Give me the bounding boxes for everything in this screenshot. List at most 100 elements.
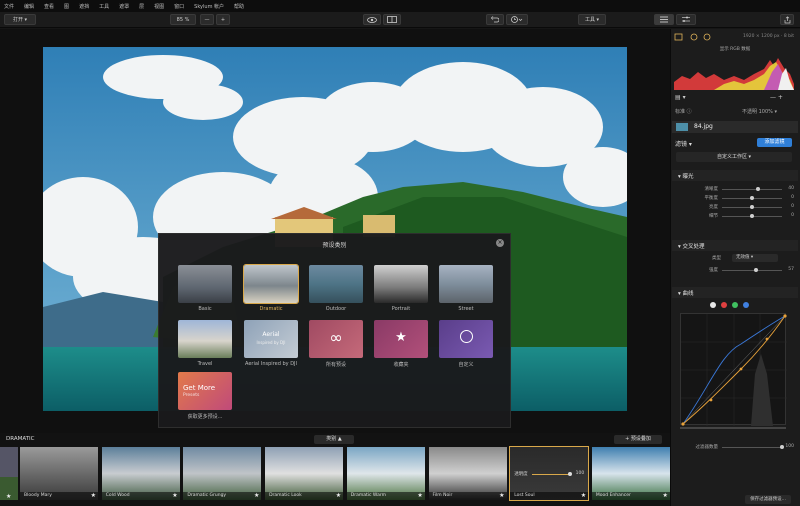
- curve-channel-dot[interactable]: [743, 302, 749, 308]
- preset-thumbnail[interactable]: Dramatic Look ★: [265, 447, 344, 500]
- star-icon[interactable]: ★: [417, 492, 422, 500]
- slider-knob[interactable]: [750, 214, 754, 218]
- curves-graph[interactable]: [680, 313, 787, 426]
- curve-channel-dot[interactable]: [721, 302, 727, 308]
- preset-tile[interactable]: 自定义: [439, 320, 493, 368]
- preset-thumbnail[interactable]: 透明度 100 Lost Soul ★: [509, 446, 590, 501]
- curve-channel-dot[interactable]: [710, 302, 716, 308]
- menu-item[interactable]: 层: [139, 3, 144, 10]
- layer-opacity[interactable]: 不透明 100% ▾: [742, 108, 777, 115]
- layers-icon[interactable]: ▤ ▾: [675, 94, 686, 101]
- slider-row[interactable]: 细节 0: [676, 212, 794, 220]
- menu-item[interactable]: 图: [64, 3, 69, 10]
- panels-icon[interactable]: [654, 14, 674, 25]
- menu-item[interactable]: 遮挡: [79, 3, 89, 10]
- add-preset-button[interactable]: + 预设叠加: [614, 435, 662, 444]
- slider-track[interactable]: [722, 270, 782, 271]
- menu-item[interactable]: 查看: [44, 3, 54, 10]
- save-filter-preset-button[interactable]: 保存过滤器预设...: [745, 495, 791, 504]
- menu-item[interactable]: Skylum 帐户: [194, 3, 224, 10]
- undo-icon[interactable]: [486, 14, 504, 25]
- preset-tile[interactable]: Outdoor: [309, 265, 363, 312]
- slider-track[interactable]: [722, 447, 782, 448]
- menu-item[interactable]: 编辑: [24, 3, 34, 10]
- preset-tile[interactable]: Street: [439, 265, 493, 312]
- tools-button[interactable]: 工具 ▾: [578, 14, 606, 25]
- open-button[interactable]: 打开 ▾: [4, 14, 36, 25]
- section-cross-process[interactable]: ▾ 交叉处理: [672, 240, 798, 251]
- preset-tile[interactable]: Get More Presets 获取更多预设...: [178, 372, 232, 420]
- share-icon[interactable]: [780, 14, 794, 25]
- slider-knob[interactable]: [754, 268, 759, 272]
- infinity-icon: ∞: [329, 328, 343, 347]
- menu-item[interactable]: 帮助: [234, 3, 244, 10]
- slider-row[interactable]: 清晰度 40: [676, 185, 795, 193]
- opacity-slider[interactable]: [532, 474, 571, 475]
- layer-thumbnail: [676, 123, 688, 131]
- type-select[interactable]: 无效值 ▾: [732, 254, 778, 262]
- star-icon[interactable]: ★: [581, 492, 586, 500]
- preset-tile[interactable]: Dramatic: [243, 264, 299, 312]
- preset-thumbnail: [243, 264, 299, 304]
- curve-channel-dot[interactable]: [732, 302, 738, 308]
- slider-value: 40: [788, 186, 794, 191]
- preset-label: Outdoor: [325, 306, 347, 312]
- opacity-knob[interactable]: [568, 472, 573, 476]
- curve-channel-dots: [710, 300, 760, 310]
- preset-thumbnail[interactable]: Mood Enhancer ★: [591, 447, 670, 500]
- menu-item[interactable]: 窗口: [174, 3, 184, 10]
- menu-item[interactable]: 遮罩: [119, 3, 129, 10]
- layer-mode[interactable]: 标准 ⓘ: [675, 108, 692, 115]
- workspace-dropdown[interactable]: 自定义工作区 ▾: [676, 152, 792, 162]
- preset-thumbnail: Get More Presets: [178, 372, 232, 410]
- slider-row[interactable]: 强度 57: [676, 266, 794, 274]
- zoom-level[interactable]: 85 %: [170, 14, 196, 25]
- preset-thumbnail[interactable]: Cold Wood ★: [101, 447, 180, 500]
- section-curves[interactable]: ▾ 曲线: [672, 287, 798, 298]
- preset-tile[interactable]: ∞ 所有预设: [309, 320, 363, 368]
- slider-row[interactable]: 平衡度 0: [676, 194, 795, 202]
- sliders-icon[interactable]: [676, 14, 696, 25]
- filters-dropdown[interactable]: 滤镜 ▾: [675, 139, 692, 148]
- slider-knob[interactable]: [780, 445, 784, 449]
- star-icon[interactable]: ★: [254, 492, 259, 500]
- preset-tile[interactable]: Basic: [178, 265, 232, 312]
- star-icon[interactable]: ★: [663, 492, 668, 500]
- menu-item[interactable]: 文件: [4, 3, 14, 10]
- preset-thumbnail[interactable]: Bloody Mary ★: [20, 447, 98, 500]
- preset-thumbnail[interactable]: Dramatic Grungy ★: [183, 447, 262, 500]
- preset-thumbnail[interactable]: Film Noir ★: [428, 447, 507, 500]
- preset-tile[interactable]: Aerial Inspired by DJI Aerial Inspired by …: [244, 320, 298, 367]
- add-filter-button[interactable]: 添加滤镜: [757, 138, 792, 147]
- compare-icon[interactable]: [383, 14, 401, 25]
- film-partial[interactable]: ★: [0, 447, 18, 500]
- star-icon[interactable]: ★: [91, 492, 96, 500]
- menu-item[interactable]: 视图: [154, 3, 164, 10]
- layer-row[interactable]: 84.jpg: [672, 121, 798, 133]
- preset-thumbnail[interactable]: Dramatic Warm ★: [346, 447, 425, 500]
- preset-tile[interactable]: Portrait: [374, 265, 428, 312]
- slider-knob[interactable]: [750, 205, 754, 209]
- zoom-in-button[interactable]: +: [216, 14, 230, 25]
- star-icon[interactable]: ★: [172, 492, 177, 500]
- layer-controls[interactable]: — +: [770, 94, 783, 101]
- star-icon[interactable]: ★: [336, 492, 341, 500]
- preset-tile[interactable]: Travel: [178, 320, 232, 367]
- preset-tile[interactable]: ★ 收藏夹: [374, 320, 428, 368]
- slider-row[interactable]: 过滤器数量 100: [676, 443, 795, 451]
- menu-item[interactable]: 工具: [99, 3, 109, 10]
- slider-label: 强度: [709, 268, 718, 273]
- curve-range-slider[interactable]: [680, 427, 786, 429]
- slider-knob[interactable]: [756, 187, 760, 191]
- eye-icon[interactable]: [363, 14, 381, 25]
- zoom-out-button[interactable]: —: [200, 14, 214, 25]
- category-button[interactable]: 类别 ▲: [314, 435, 354, 444]
- close-icon[interactable]: ×: [496, 239, 504, 247]
- slider-row[interactable]: 亮度 0: [676, 203, 794, 211]
- section-exposure[interactable]: ▾ 曝光: [672, 170, 798, 181]
- aerial-thumb-title: Aerial: [262, 331, 280, 338]
- slider-knob[interactable]: [750, 196, 754, 200]
- history-icon[interactable]: [506, 14, 528, 25]
- star-icon[interactable]: ★: [499, 492, 504, 500]
- slider-track[interactable]: [722, 189, 782, 190]
